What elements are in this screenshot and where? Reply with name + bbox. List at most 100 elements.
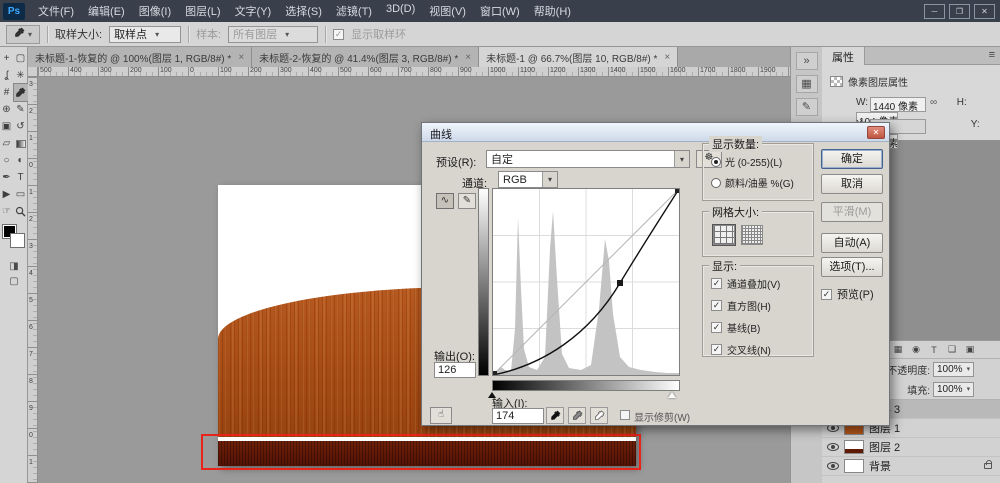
preview-checkbox[interactable]: ✓ bbox=[821, 289, 832, 300]
white-point-eyedropper-button[interactable] bbox=[590, 407, 608, 424]
opacity-select[interactable]: 100% ▾ bbox=[933, 362, 974, 377]
curve-endpoint[interactable] bbox=[675, 189, 679, 193]
channel-select[interactable]: RGB ▾ bbox=[498, 171, 558, 188]
collapsed-panel-icon-2[interactable]: ✎ bbox=[796, 98, 818, 116]
sample-select[interactable]: 所有图层 ▾ bbox=[228, 26, 318, 43]
shape-filter-icon[interactable]: ❑ bbox=[946, 344, 958, 355]
zoom-tool[interactable] bbox=[14, 203, 28, 220]
show-clipping-checkbox[interactable] bbox=[620, 410, 630, 420]
display-amount-option-1[interactable]: 光 (0-255)(L) bbox=[711, 154, 813, 169]
ok-button[interactable]: 确定 bbox=[821, 149, 883, 169]
show-option-1[interactable]: ✓通道叠加(V) bbox=[711, 276, 813, 291]
menu-item-7[interactable]: 滤镜(T) bbox=[329, 0, 379, 22]
tab-close-icon[interactable]: × bbox=[664, 52, 670, 63]
menu-item-6[interactable]: 选择(S) bbox=[278, 0, 329, 22]
gradient-tool[interactable] bbox=[14, 135, 28, 152]
coarse-grid-icon[interactable] bbox=[713, 225, 735, 245]
panel-menu-icon[interactable]: ≡ bbox=[989, 49, 995, 61]
menu-item-4[interactable]: 图层(L) bbox=[178, 0, 227, 22]
dialog-title-bar[interactable]: 曲线 bbox=[422, 123, 889, 142]
targeted-adjustment-button[interactable]: ☝ bbox=[430, 407, 452, 424]
minimize-button[interactable]: ─ bbox=[924, 4, 945, 19]
type-tool[interactable]: T bbox=[14, 169, 28, 186]
curve-control-point[interactable] bbox=[617, 280, 623, 286]
input-field[interactable]: 174 bbox=[492, 408, 544, 424]
adjustment-filter-icon[interactable]: ◉ bbox=[910, 344, 922, 355]
screen-mode-icon[interactable]: ▢ bbox=[0, 274, 28, 289]
pen-tool[interactable]: ✒ bbox=[0, 169, 14, 186]
quick-mask-icon[interactable]: ◨ bbox=[0, 259, 28, 274]
eyedropper-tool[interactable] bbox=[14, 84, 28, 101]
black-point-eyedropper-button[interactable] bbox=[546, 407, 564, 424]
menu-item-8[interactable]: 3D(D) bbox=[379, 0, 422, 22]
visibility-eye-icon[interactable] bbox=[827, 462, 839, 470]
lasso-tool[interactable]: ʆ bbox=[0, 67, 14, 84]
show-option-3[interactable]: ✓基线(B) bbox=[711, 320, 813, 335]
output-field[interactable]: 126 bbox=[434, 362, 476, 378]
clone-stamp-tool[interactable]: ▣ bbox=[0, 118, 14, 135]
collapse-dock-icon[interactable]: » bbox=[796, 52, 818, 70]
document-tab-3[interactable]: 未标题-1 @ 66.7%(图层 10, RGB/8#) * × bbox=[479, 47, 678, 67]
menu-item-3[interactable]: 图像(I) bbox=[132, 0, 178, 22]
width-field[interactable]: 1440 像素 bbox=[870, 97, 926, 112]
link-icon[interactable]: ∞ bbox=[930, 97, 937, 108]
background-color-swatch[interactable] bbox=[11, 234, 24, 247]
shape-tool[interactable]: ▭ bbox=[14, 186, 28, 203]
blur-tool[interactable]: ○ bbox=[0, 152, 14, 169]
marquee-tool[interactable]: ▢ bbox=[14, 50, 28, 67]
gray-point-eyedropper-button[interactable] bbox=[568, 407, 586, 424]
white-point-slider[interactable] bbox=[668, 392, 676, 398]
tab-close-icon[interactable]: × bbox=[238, 52, 244, 63]
menu-item-1[interactable]: 文件(F) bbox=[31, 0, 81, 22]
tab-close-icon[interactable]: × bbox=[465, 52, 471, 63]
curves-plot[interactable] bbox=[492, 188, 680, 376]
dialog-close-button[interactable]: ✕ bbox=[867, 126, 885, 139]
hand-tool[interactable]: ☞ bbox=[0, 203, 14, 220]
tab-properties[interactable]: 属性 bbox=[822, 47, 865, 65]
move-tool[interactable]: + bbox=[0, 50, 14, 67]
show-sampling-ring-checkbox[interactable]: ✓ bbox=[333, 29, 344, 40]
preset-select[interactable]: 自定 ▾ bbox=[486, 150, 690, 168]
show-option-2[interactable]: ✓直方图(H) bbox=[711, 298, 813, 313]
menu-item-5[interactable]: 文字(Y) bbox=[228, 0, 279, 22]
display-amount-option-2[interactable]: 颜料/油墨 %(G) bbox=[711, 175, 813, 190]
document-tab-2[interactable]: 未标题-2-恢复的 @ 41.4%(图层 3, RGB/8#) *× bbox=[252, 47, 479, 67]
document-tab-1[interactable]: 未标题-1-恢复的 @ 100%(图层 1, RGB/8#) *× bbox=[28, 47, 252, 67]
fine-grid-icon[interactable] bbox=[741, 225, 763, 245]
healing-brush-tool[interactable]: ⊕ bbox=[0, 101, 14, 118]
visibility-eye-icon[interactable] bbox=[827, 443, 839, 451]
draw-curve-pencil-button[interactable]: ✎ bbox=[458, 193, 476, 209]
smooth-button[interactable]: 平滑(M) bbox=[821, 202, 883, 222]
auto-button[interactable]: 自动(A) bbox=[821, 233, 883, 253]
ruler-label: 1 bbox=[29, 135, 33, 142]
crop-tool[interactable]: # bbox=[0, 84, 14, 101]
options-button[interactable]: 选项(T)... bbox=[821, 257, 883, 277]
layer-row-3[interactable]: 图层 2 bbox=[822, 438, 1000, 457]
menu-item-10[interactable]: 窗口(W) bbox=[473, 0, 527, 22]
edit-points-tool-button[interactable]: ∿ bbox=[436, 193, 454, 209]
maximize-button[interactable]: ❐ bbox=[949, 4, 970, 19]
type-filter-icon[interactable]: T bbox=[928, 345, 940, 355]
opacity-label: 不透明度: bbox=[884, 362, 930, 377]
collapsed-panel-icon-1[interactable]: ▦ bbox=[796, 75, 818, 93]
magic-wand-tool[interactable]: ✳ bbox=[14, 67, 28, 84]
smart-object-filter-icon[interactable]: ▣ bbox=[964, 344, 976, 355]
show-option-4[interactable]: ✓交叉线(N) bbox=[711, 342, 813, 357]
layer-row-4[interactable]: 背景 bbox=[822, 457, 1000, 476]
menu-item-2[interactable]: 编辑(E) bbox=[81, 0, 132, 22]
fill-select[interactable]: 100% ▾ bbox=[933, 382, 974, 397]
close-button[interactable]: ✕ bbox=[974, 4, 995, 19]
menu-item-9[interactable]: 视图(V) bbox=[422, 0, 473, 22]
dodge-tool[interactable]: ◐ bbox=[14, 152, 28, 169]
tab-label: 未标题-1 @ 66.7%(图层 10, RGB/8#) * bbox=[486, 50, 657, 65]
path-select-tool[interactable]: ▶ bbox=[0, 186, 14, 203]
cancel-button[interactable]: 取消 bbox=[821, 174, 883, 194]
pixel-filter-icon[interactable]: ▦ bbox=[892, 344, 904, 355]
eraser-tool[interactable]: ▱ bbox=[0, 135, 14, 152]
history-brush-tool[interactable]: ↺ bbox=[14, 118, 28, 135]
brush-tool[interactable]: ✎ bbox=[14, 101, 28, 118]
menu-item-11[interactable]: 帮助(H) bbox=[527, 0, 578, 22]
curve-endpoint[interactable] bbox=[493, 371, 497, 375]
current-tool-chip[interactable]: ▾ bbox=[6, 25, 40, 44]
sample-size-select[interactable]: 取样点 ▾ bbox=[109, 26, 181, 43]
